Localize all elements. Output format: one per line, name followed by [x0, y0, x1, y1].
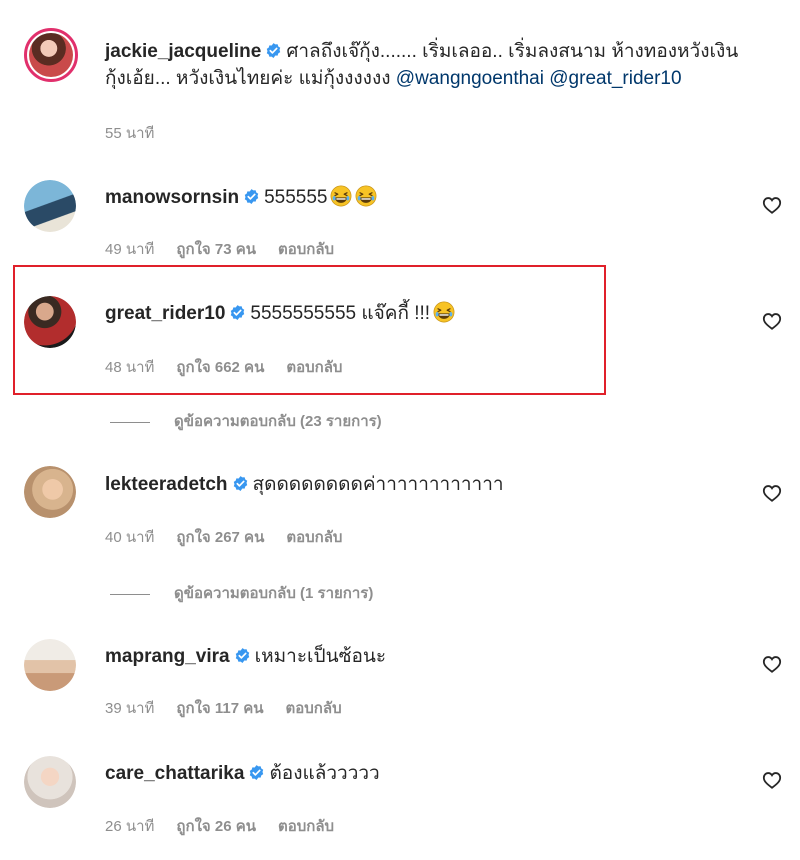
comment-time[interactable]: 48 นาที: [105, 359, 154, 376]
likes-count[interactable]: ถูกใจ 26 คน: [176, 818, 256, 835]
reply-button[interactable]: ตอบกลับ: [278, 241, 334, 258]
comment-text: 555555: [264, 187, 328, 208]
view-replies-button[interactable]: ดูข้อความตอบกลับ (1 รายการ): [110, 581, 373, 605]
grinning-squinting-face-emoji: [355, 185, 377, 207]
view-replies-label: ดูข้อความตอบกลับ (1 รายการ): [174, 585, 374, 602]
reply-button[interactable]: ตอบกลับ: [286, 700, 342, 717]
reply-button[interactable]: ตอบกลับ: [278, 818, 334, 835]
avatar[interactable]: [24, 639, 76, 691]
comment-time[interactable]: 26 นาที: [105, 818, 154, 835]
likes-count[interactable]: ถูกใจ 117 คน: [176, 700, 263, 717]
likes-count[interactable]: ถูกใจ 73 คน: [176, 241, 256, 258]
comment-time[interactable]: 49 นาที: [105, 241, 154, 258]
verified-badge-icon: [229, 304, 246, 321]
view-replies-label: ดูข้อความตอบกลับ (23 รายการ): [174, 413, 382, 430]
comment-text: ต้องแล้ววววว: [269, 763, 380, 784]
heart-outline-icon[interactable]: [762, 196, 782, 214]
caption-text: ศาลถึงเจ๊กุ้ง....... เริ่มเลออ.. เริ่มลง…: [286, 41, 739, 62]
verified-badge-icon: [265, 42, 282, 59]
comment-time[interactable]: 39 นาที: [105, 700, 154, 717]
verified-badge-icon: [234, 647, 251, 664]
heart-outline-icon[interactable]: [762, 312, 782, 330]
username[interactable]: care_chattarika: [105, 763, 244, 784]
verified-badge-icon: [248, 764, 265, 781]
comment-text: 5555555555 แจ๊คกี้ !!!: [250, 303, 431, 324]
grinning-squinting-face-emoji: [433, 301, 455, 323]
reply-button[interactable]: ตอบกลับ: [286, 529, 342, 546]
username[interactable]: jackie_jacqueline: [105, 41, 261, 62]
verified-badge-icon: [243, 188, 260, 205]
username[interactable]: great_rider10: [105, 303, 225, 324]
username[interactable]: lekteeradetch: [105, 474, 228, 495]
caption-text: กุ้งเอ้ย... หวังเงินไทยค่ะ แม่กุ้งงงงงง: [105, 68, 391, 89]
heart-outline-icon[interactable]: [762, 484, 782, 502]
view-replies-button[interactable]: ดูข้อความตอบกลับ (23 รายการ): [110, 409, 382, 433]
likes-count[interactable]: ถูกใจ 662 คน: [176, 359, 264, 376]
username[interactable]: maprang_vira: [105, 646, 230, 667]
divider: [110, 593, 150, 595]
avatar[interactable]: [24, 28, 78, 82]
avatar[interactable]: [24, 466, 76, 518]
heart-outline-icon[interactable]: [762, 771, 782, 789]
comment-text: สุดดดดดดดดค่าาาาาาาาาาาา: [252, 474, 504, 495]
avatar[interactable]: [24, 756, 76, 808]
mention-link[interactable]: @wangngoenthai: [396, 68, 544, 89]
likes-count[interactable]: ถูกใจ 267 คน: [176, 529, 264, 546]
avatar[interactable]: [24, 296, 76, 348]
divider: [110, 421, 150, 423]
reply-button[interactable]: ตอบกลับ: [286, 359, 342, 376]
comment-time[interactable]: 55 นาที: [105, 125, 154, 142]
mention-link[interactable]: @great_rider10: [549, 68, 681, 89]
username[interactable]: manowsornsin: [105, 187, 239, 208]
comment-time[interactable]: 40 นาที: [105, 529, 154, 546]
heart-outline-icon[interactable]: [762, 655, 782, 673]
avatar[interactable]: [24, 180, 76, 232]
verified-badge-icon: [232, 475, 249, 492]
comment-text: เหมาะเป็นซ้อนะ: [254, 646, 387, 667]
grinning-squinting-face-emoji: [330, 185, 352, 207]
